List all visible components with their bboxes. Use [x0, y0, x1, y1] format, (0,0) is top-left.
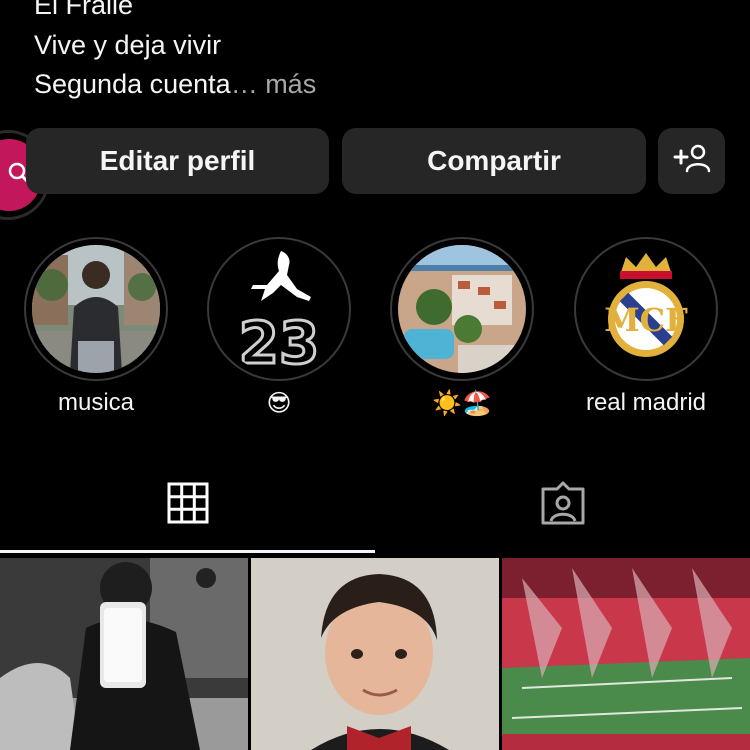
post-thumbnail-mirror-selfie[interactable] [0, 558, 248, 750]
highlight-cover-resort-photo [398, 245, 526, 373]
highlight-cover-jumpman-23-logo: 23 [215, 245, 343, 373]
highlight-emoji-sunglasses[interactable]: 23 😎 [207, 237, 351, 417]
highlight-cover-real-madrid-crest: MCF [582, 245, 710, 373]
tab-tagged[interactable] [375, 470, 750, 540]
bio-name: El Fraile [34, 0, 134, 20]
highlight-label: real madrid [585, 389, 707, 416]
highlight-label: 😎 [266, 390, 292, 417]
bio-text: Segunda cuenta… más [34, 69, 316, 100]
post-thumbnail-child-portrait[interactable] [251, 558, 499, 750]
highlight-cover-person-photo [32, 245, 160, 373]
tab-posts-grid[interactable] [0, 470, 375, 540]
bio-text-content: Segunda cuenta [34, 69, 231, 99]
highlight-real-madrid[interactable]: MCF real madrid [574, 237, 718, 416]
edit-profile-button[interactable]: Editar perfil [26, 128, 329, 194]
active-tab-indicator [0, 550, 375, 553]
highlight-ring: 23 [207, 237, 351, 381]
more-link[interactable]: más [258, 69, 316, 99]
tagged-person-icon [539, 479, 587, 532]
highlight-label: ☀️🏖️ [432, 390, 492, 417]
highlight-musica[interactable]: musica [24, 237, 168, 416]
svg-text:23: 23 [239, 309, 320, 373]
edit-profile-label: Editar perfil [99, 145, 256, 176]
add-person-icon [673, 143, 711, 180]
bio-ellipsis: … [230, 69, 258, 99]
highlight-ring: MCF [574, 237, 718, 381]
highlight-label: musica [57, 389, 135, 416]
highlight-ring [24, 237, 168, 381]
grid-icon [167, 482, 209, 529]
bio-tagline: Vive y deja vivir [34, 30, 222, 60]
highlight-ring [390, 237, 534, 381]
share-profile-label: Compartir [427, 145, 561, 176]
highlight-sun-beach[interactable]: ☀️🏖️ [390, 237, 534, 417]
share-profile-button[interactable]: Compartir [342, 128, 646, 194]
discover-people-button[interactable] [658, 128, 725, 194]
svg-text:MCF: MCF [604, 301, 688, 339]
post-thumbnail-stadium[interactable] [502, 558, 750, 750]
